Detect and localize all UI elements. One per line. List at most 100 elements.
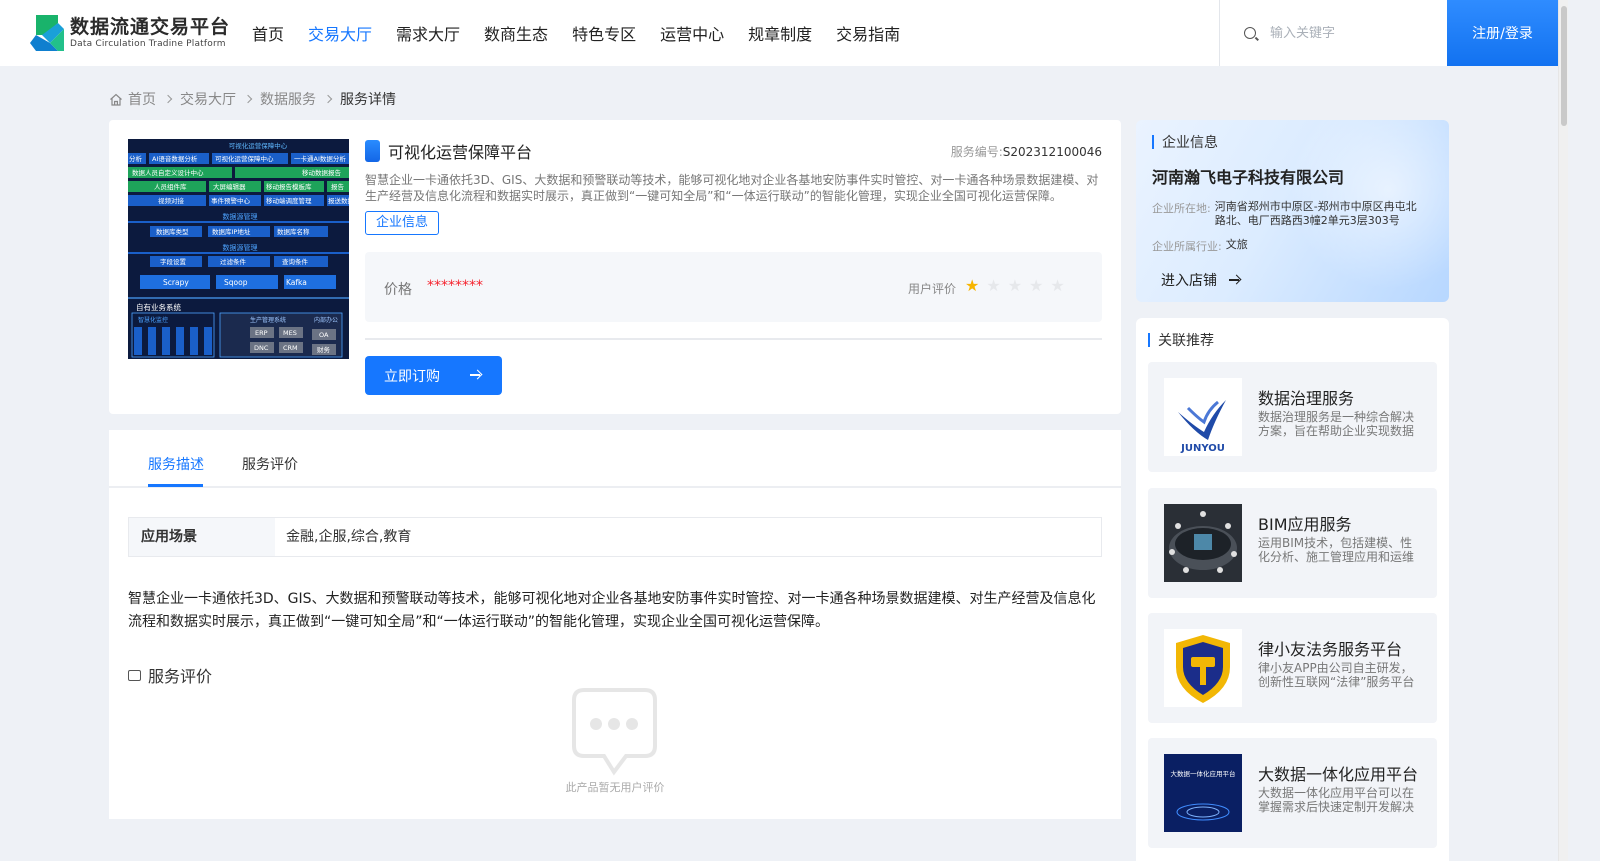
thumb-label: Scrapy: [163, 278, 189, 287]
order-now-button[interactable]: 立即订购: [365, 356, 502, 395]
tab-service-reviews[interactable]: 服务评价: [242, 454, 298, 474]
star-icon: ★: [1050, 276, 1065, 295]
review-section-title: 服务评价: [128, 663, 212, 687]
thumb-label: 视频对接: [158, 196, 185, 205]
scene-value: 金融,企服,综合,教育: [286, 529, 412, 545]
thumb-label: 过滤条件: [220, 257, 247, 266]
full-description: 智慧企业一卡通依托3D、GIS、大数据和预警联动等技术，能够可视化地对企业各基地…: [128, 591, 1096, 630]
thumb-label: CRM: [283, 344, 298, 352]
thumb-section: 智慧化监控: [138, 316, 168, 324]
law-shield-icon: [1164, 629, 1242, 707]
product-title-bar: 可视化运营保障平台 服务编号:S202312100046: [365, 139, 1102, 163]
enter-store-label: 进入店铺: [1161, 273, 1217, 289]
login-register-button[interactable]: 注册/登录: [1447, 0, 1558, 66]
recommend-item-desc: 大数据一体化应用平台可以在掌握需求后快速定制开发解决方案: [1258, 786, 1415, 814]
thumb-label: DNC: [254, 344, 269, 352]
nav-item-trading-hall[interactable]: 交易大厅: [308, 21, 372, 45]
service-code-value: S202312100046: [1002, 145, 1102, 159]
thumb-label: 查询条件: [282, 257, 309, 266]
company-location-value: 河南省郑州市中原区-郑州市中原区冉屯北路北、电厂西路西3幢2单元3层303号: [1214, 200, 1417, 227]
thumb-section: 内部办公: [314, 316, 338, 324]
tab-service-description[interactable]: 服务描述: [148, 454, 204, 474]
thumb-label: 数据库类型: [156, 227, 189, 236]
chevron-right-icon: [243, 94, 253, 104]
thumb-label: AI语音数据分析: [152, 154, 198, 163]
service-code: 服务编号:S202312100046: [951, 143, 1102, 160]
breadcrumb-trading-hall[interactable]: 交易大厅: [180, 89, 236, 109]
thumb-label: 数据人员自定义设计中心: [132, 168, 204, 177]
nav-item-home[interactable]: 首页: [252, 21, 284, 45]
recommend-item-desc: 律小友APP由公司自主研发，创新性互联网“法律”服务平台: [1258, 661, 1415, 689]
company-section-label: 企业信息: [1162, 135, 1218, 151]
thumb-label: 移动报告模板库: [266, 182, 312, 191]
empty-comment-icon: [572, 688, 657, 776]
logo-title: 数据流通交易平台: [70, 16, 231, 38]
search-input[interactable]: [1270, 25, 1430, 41]
nav-item-trading-guide[interactable]: 交易指南: [836, 21, 900, 45]
thumb-label: 人员组件库: [154, 182, 187, 191]
thumb-label: 移动端调度管理: [266, 196, 312, 205]
home-icon[interactable]: [109, 93, 123, 106]
star-icon: ★: [1007, 276, 1023, 295]
service-badge-icon: [365, 140, 380, 162]
divider: [365, 338, 1102, 340]
thumb-label: 数据库名称: [277, 227, 310, 236]
chevron-right-icon: [323, 94, 333, 104]
search-icon[interactable]: [1244, 27, 1256, 39]
nav-item-operations-center[interactable]: 运营中心: [660, 21, 724, 45]
detail-tabs: 服务描述 服务评价: [109, 430, 1121, 488]
logo-subtitle: Data Circulation Tradine Platform: [70, 39, 226, 49]
application-scene-table: 应用场景 金融,企服,综合,教育: [128, 517, 1102, 557]
recommend-item-title: BIM应用服务: [1258, 515, 1352, 534]
nav-item-featured-zone[interactable]: 特色专区: [572, 21, 636, 45]
thumb-label: 可视化运营保障中心: [215, 154, 274, 163]
recommend-item-title: 大数据一体化应用平台: [1258, 765, 1419, 784]
rating-label: 用户评价: [908, 282, 957, 296]
breadcrumb-data-service[interactable]: 数据服务: [260, 89, 316, 109]
arrow-right-icon: [470, 374, 480, 376]
price-value: ********: [427, 278, 483, 294]
recommend-item[interactable]: JUNYOU 数据治理服务 数据治理服务是一种综合解决方案，旨在帮助企业实现数据…: [1148, 362, 1437, 472]
company-info-card: 企业信息 河南瀚飞电子科技有限公司 企业所在地: 河南省郑州市中原区-郑州市中原…: [1136, 120, 1449, 302]
junyou-logo: JUNYOU: [1164, 378, 1242, 456]
thumb-label: 大屏编辑器: [213, 182, 246, 191]
page-scrollbar[interactable]: [1558, 0, 1568, 861]
thumb-label: 移动数据报告: [302, 168, 342, 177]
nav-item-demand-hall[interactable]: 需求大厅: [396, 21, 460, 45]
recommend-item[interactable]: BIM应用服务 运用BIM技术，包括建模、性化分析、施工管理应用和运维管理: [1148, 488, 1437, 598]
thumb-label: 报告: [331, 182, 345, 191]
site-logo[interactable]: 数据流通交易平台 Data Circulation Tradine Platfo…: [28, 13, 230, 53]
search-box: [1219, 0, 1447, 66]
thumb-label: OA: [319, 331, 329, 339]
scrollbar-thumb[interactable]: [1561, 6, 1567, 126]
price-panel: 价格 ******** 用户评价 ★ ★ ★ ★ ★: [365, 252, 1102, 322]
recommend-item[interactable]: 律小友法务服务平台 律小友APP由公司自主研发，创新性互联网“法律”服务平台: [1148, 613, 1437, 723]
product-card: 可视化运营保障中心 分析 AI语音数据分析 可视化运营保障中心 一卡通AI数据分…: [109, 120, 1121, 414]
nav-item-regulations[interactable]: 规章制度: [748, 21, 812, 45]
thumb-label: 字段设置: [160, 257, 187, 266]
star-icon: ★: [986, 276, 1001, 295]
recommend-item[interactable]: 大数据一体化应用平台 大数据一体化应用平台 大数据一体化应用平台可以在掌握需求后…: [1148, 738, 1437, 848]
thumb-section: 自有业务系统: [136, 302, 181, 312]
arrow-right-icon: [1229, 279, 1239, 281]
thumb-label: ERP: [255, 329, 268, 337]
enterprise-info-tag[interactable]: 企业信息: [365, 211, 440, 235]
section-mark: [1152, 135, 1154, 149]
recommend-item-desc: 运用BIM技术，包括建模、性化分析、施工管理应用和运维管理: [1258, 536, 1415, 564]
thumb-label: 报送数据: [328, 196, 349, 205]
company-location-label: 企业所在地:: [1152, 202, 1211, 215]
breadcrumb: 首页 交易大厅 数据服务 服务详情: [109, 89, 396, 109]
service-detail-panel: 服务描述 服务评价 应用场景 金融,企服,综合,教育 智慧企业一卡通依托3D、G…: [109, 430, 1121, 819]
enter-store-button[interactable]: 进入店铺: [1161, 270, 1239, 290]
bigdata-thumbnail: 大数据一体化应用平台: [1164, 754, 1242, 832]
logo-text: 大数据一体化应用平台: [1171, 769, 1236, 778]
bim-thumbnail: [1164, 504, 1242, 582]
breadcrumb-home[interactable]: 首页: [128, 89, 156, 109]
main-nav: 首页 交易大厅 需求大厅 数商生态 特色专区 运营中心 规章制度 交易指南: [252, 0, 924, 66]
nav-item-data-ecosystem[interactable]: 数商生态: [484, 21, 548, 45]
review-title: 服务评价: [148, 667, 213, 686]
empty-review-text: 此产品暂无用户评价: [565, 781, 665, 794]
product-thumbnail: 可视化运营保障中心 分析 AI语音数据分析 可视化运营保障中心 一卡通AI数据分…: [128, 139, 349, 359]
thumb-label: 一卡通AI数据分析: [294, 154, 346, 163]
star-icon: ★: [965, 276, 980, 295]
